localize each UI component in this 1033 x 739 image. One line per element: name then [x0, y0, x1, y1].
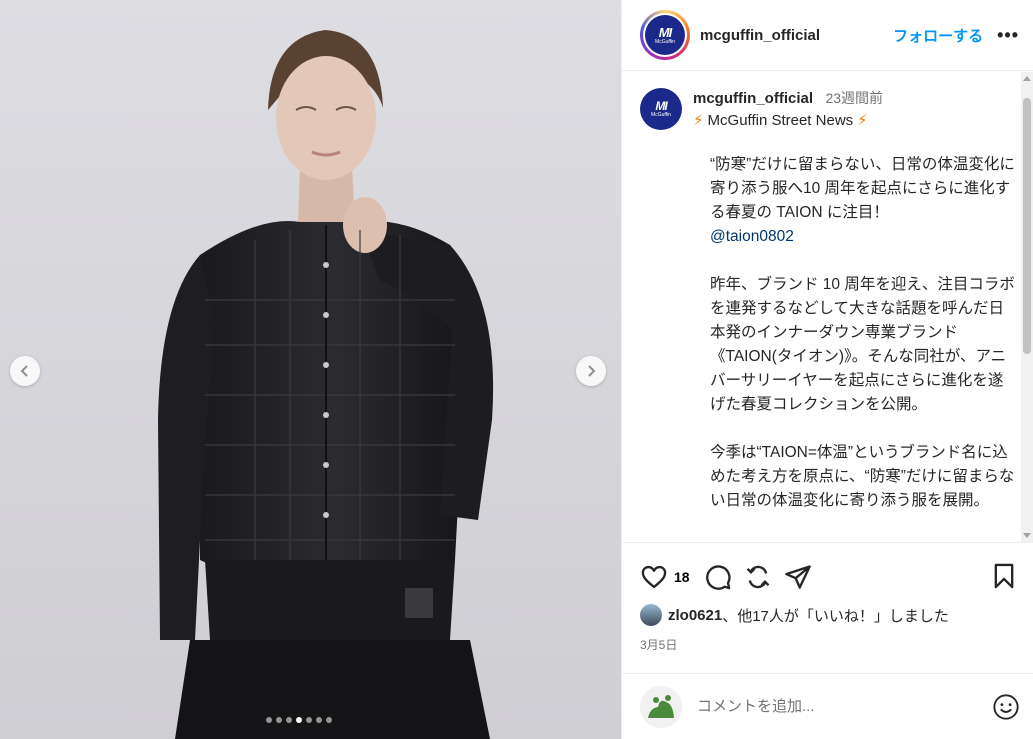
like-count[interactable]: 18	[674, 569, 690, 585]
comment-icon[interactable]	[704, 563, 732, 591]
mention-link[interactable]: @taion0802	[710, 225, 1018, 249]
profile-avatar-ring[interactable]: MI McGuffin	[640, 10, 690, 60]
emoji-icon[interactable]	[992, 693, 1020, 721]
carousel-dot	[266, 717, 272, 723]
avatar	[640, 685, 682, 728]
comment-composer	[622, 673, 1033, 739]
liked-by-text[interactable]: 、他17人が「いいね！」しました	[722, 605, 949, 626]
caption-title: ⚡ McGuffin Street News ⚡	[693, 111, 883, 130]
post-photo	[0, 0, 621, 739]
carousel-dot	[276, 717, 282, 723]
liked-by: zlo0621 、他17人が「いいね！」しました	[640, 604, 1033, 626]
user-avatar-icon	[640, 685, 682, 728]
carousel-dots	[266, 717, 332, 723]
liked-by-username[interactable]: zlo0621	[668, 607, 722, 624]
scroll-down-arrow[interactable]	[1023, 533, 1031, 538]
follow-button[interactable]: フォローする	[893, 25, 983, 46]
carousel-prev-button[interactable]	[10, 356, 40, 386]
avatar-logo-subtext: McGuffin	[655, 38, 675, 45]
lightning-icon: ⚡	[693, 112, 704, 129]
heart-icon[interactable]	[640, 563, 668, 591]
share-icon[interactable]	[784, 563, 812, 591]
caption-title-text: McGuffin Street News	[707, 111, 854, 129]
more-options-icon[interactable]: •••	[997, 25, 1019, 46]
chevron-right-icon	[588, 365, 596, 377]
post-header: MI McGuffin mcguffin_official フォローする •••	[622, 0, 1033, 71]
lightning-icon: ⚡	[857, 112, 868, 129]
liker-avatar[interactable]	[640, 604, 662, 626]
caption-paragraph: 昨年、ブランド 10 周年を迎え、注目コラボを連発するなどして大きな話題を呼んだ…	[710, 276, 1015, 413]
scroll-up-arrow[interactable]	[1023, 76, 1031, 81]
caption-timestamp[interactable]: 23週間前	[825, 90, 883, 106]
header-username[interactable]: mcguffin_official	[700, 27, 820, 44]
carousel-dot	[316, 717, 322, 723]
scroll-thumb[interactable]	[1023, 98, 1031, 354]
post-sidebar: MI McGuffin mcguffin_official フォローする •••…	[621, 0, 1033, 739]
caption-area: MI McGuffin mcguffin_official 23週間前 ⚡ Mc…	[622, 72, 1022, 542]
avatar-logo-text: MI	[658, 24, 672, 40]
repost-icon[interactable]	[744, 563, 772, 591]
bookmark-icon[interactable]	[990, 562, 1018, 590]
caption-username[interactable]: mcguffin_official	[693, 90, 813, 107]
caption-scrollbar[interactable]	[1021, 72, 1033, 542]
carousel-dot-active	[296, 717, 302, 723]
caption-header: MI McGuffin mcguffin_official 23週間前 ⚡ Mc…	[640, 88, 1022, 130]
avatar: MI McGuffin	[645, 15, 685, 55]
comment-input[interactable]	[697, 698, 967, 715]
chevron-left-icon	[20, 365, 28, 377]
post-media	[0, 0, 621, 739]
post-date[interactable]: 3月5日	[640, 636, 1033, 653]
caption-paragraph: 今季は“TAION=体温”というブランド名に込めた考え方を原点に、“防寒”だけに…	[710, 444, 1015, 509]
carousel-next-button[interactable]	[576, 356, 606, 386]
carousel-dot	[286, 717, 292, 723]
carousel-dot	[306, 717, 312, 723]
caption-avatar[interactable]: MI McGuffin	[640, 88, 682, 130]
post-actions: 18 zlo0621 、他17人が「いいね！」しました 3月5日	[622, 542, 1033, 653]
carousel-dot	[326, 717, 332, 723]
caption-paragraph: “防寒”だけに留まらない、日常の体温変化に寄り添う服へ10 周年を起点にさらに進…	[710, 153, 1018, 249]
